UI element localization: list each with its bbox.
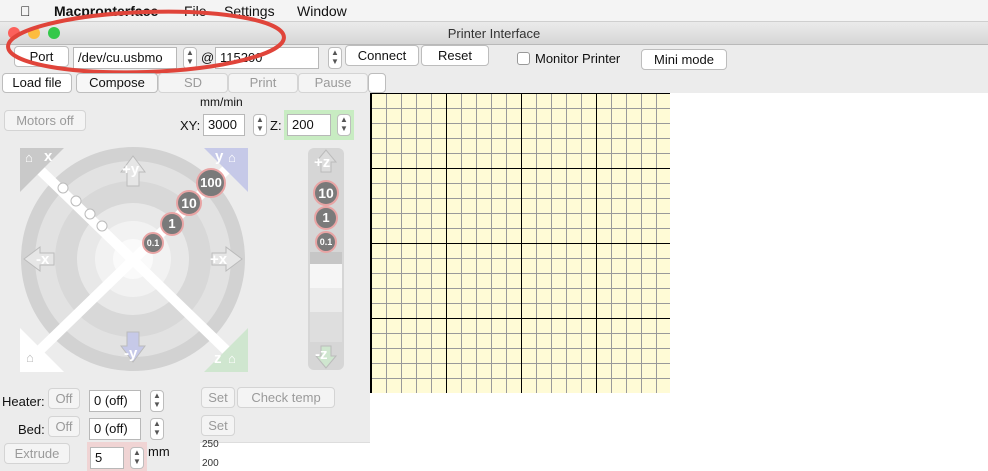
step-1[interactable]: 1 <box>160 212 184 236</box>
extrude-stepper-icon[interactable]: ▲ ▼ <box>130 447 144 469</box>
menu-window[interactable]: Window <box>297 3 347 19</box>
home-x-icon[interactable]: ⌂ <box>25 150 33 165</box>
heater-temp-field[interactable]: 0 (off) <box>89 390 141 412</box>
monitor-checkbox[interactable] <box>517 52 530 65</box>
heater-set-button[interactable]: Set <box>201 387 235 408</box>
step-10[interactable]: 10 <box>176 190 202 216</box>
graph-tick-200: 200 <box>202 458 219 469</box>
minus-y-label: -y <box>124 345 138 362</box>
extrude-unit: mm <box>148 444 170 459</box>
home-x-label: x <box>44 148 53 165</box>
heater-dropdown-icon[interactable]: ▲ ▼ <box>150 390 164 412</box>
extrude-button[interactable]: Extrude <box>4 443 70 464</box>
bed-off-button[interactable]: Off <box>48 416 80 437</box>
mini-mode-button[interactable]: Mini mode <box>641 49 727 70</box>
feedrate-units: mm/min <box>200 95 243 109</box>
step-0-1[interactable]: 0.1 <box>142 232 164 254</box>
bed-dropdown-icon[interactable]: ▲ ▼ <box>150 418 164 440</box>
pause-button[interactable]: Pause <box>298 73 368 93</box>
motors-off-button[interactable]: Motors off <box>4 110 86 131</box>
toolbar-spare-button[interactable] <box>368 73 386 93</box>
step-100[interactable]: 100 <box>196 168 226 198</box>
z-label: Z: <box>270 118 282 133</box>
graph-tick-250: 250 <box>202 439 219 450</box>
bed-label: Bed: <box>18 422 45 437</box>
heater-off-button[interactable]: Off <box>48 388 80 409</box>
temp-graph <box>200 442 370 471</box>
minus-z-label: -z <box>315 346 328 363</box>
home-y-label: y <box>215 148 224 165</box>
print-bed-grid[interactable] <box>370 93 670 393</box>
connect-button[interactable]: Connect <box>345 45 419 66</box>
extrude-length-field[interactable]: 5 <box>90 447 124 469</box>
print-button[interactable]: Print <box>228 73 298 93</box>
xy-feedrate-field[interactable]: 3000 <box>203 114 245 136</box>
check-temp-button[interactable]: Check temp <box>237 387 335 408</box>
home-all-icon[interactable]: ⌂ <box>26 350 34 365</box>
load-file-button[interactable]: Load file <box>2 73 72 93</box>
z-step-0-1[interactable]: 0.1 <box>315 231 337 253</box>
bed-set-button[interactable]: Set <box>201 415 235 436</box>
plus-y-label: +y <box>122 161 140 178</box>
xy-label: XY: <box>180 118 201 133</box>
home-y-icon[interactable]: ⌂ <box>228 150 236 165</box>
home-z-icon[interactable]: ⌂ <box>228 351 236 366</box>
plus-z-label: +z <box>314 154 331 171</box>
plus-x-label: +x <box>210 251 228 268</box>
z-step-1[interactable]: 1 <box>314 206 338 230</box>
minus-x-label: -x <box>36 251 50 268</box>
sd-button[interactable]: SD <box>158 73 228 93</box>
compose-button[interactable]: Compose <box>76 73 158 93</box>
xy-stepper-icon[interactable]: ▲ ▼ <box>253 114 267 136</box>
z-stepper-icon[interactable]: ▲ ▼ <box>337 114 351 136</box>
z-feedrate-field[interactable]: 200 <box>287 114 331 136</box>
baud-dropdown-icon[interactable]: ▲ ▼ <box>328 47 342 69</box>
reset-button[interactable]: Reset <box>421 45 489 66</box>
bed-temp-field[interactable]: 0 (off) <box>89 418 141 440</box>
heater-label: Heater: <box>2 394 45 409</box>
monitor-label: Monitor Printer <box>535 51 621 66</box>
z-step-10[interactable]: 10 <box>313 180 339 206</box>
home-z-label: z <box>214 350 222 367</box>
annotation-circle <box>6 9 286 75</box>
